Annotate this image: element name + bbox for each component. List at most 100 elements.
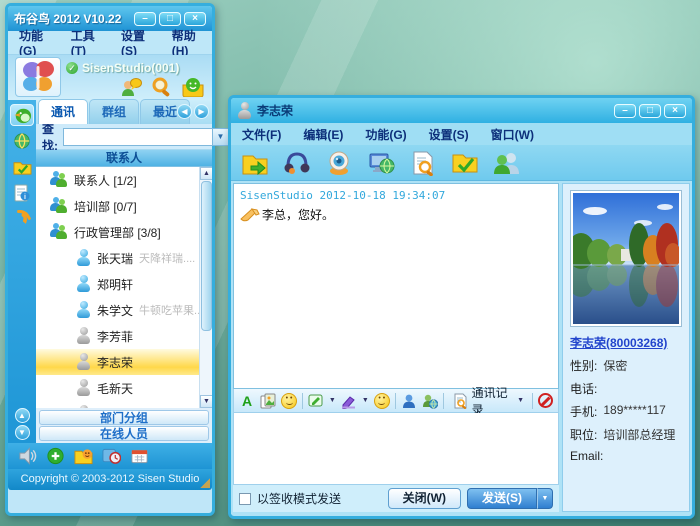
tab-scroll-arrows [177, 104, 209, 119]
remote-desktop-icon[interactable] [367, 150, 395, 176]
phone-icon [13, 210, 31, 228]
contact-row[interactable]: 李芳菲 [36, 323, 199, 349]
main-statusbar: Copyright © 2003-2012 Sisen Studio [8, 469, 212, 490]
group-row[interactable]: 行政管理部 [3/8] [36, 219, 199, 245]
rail-scroll-up-icon[interactable] [15, 408, 30, 423]
contact-row[interactable]: 王勇 技术部经理 [36, 401, 199, 408]
group-row[interactable]: 联系人 [1/2] [36, 167, 199, 193]
highlighter-icon[interactable] [341, 393, 357, 409]
scroll-up-icon[interactable] [200, 167, 212, 180]
add-icon[interactable] [46, 447, 65, 465]
chat-close-button[interactable] [664, 104, 686, 118]
profile-field-gender: 性别: 保密 [570, 357, 682, 374]
search-dropdown-icon[interactable] [212, 129, 228, 145]
contact-row[interactable]: 郑明轩 [36, 271, 199, 297]
chat-maximize-button[interactable] [639, 104, 661, 118]
profile-link[interactable]: 李志荣(80003268) [570, 334, 667, 351]
tab-scroll-left-icon[interactable] [177, 104, 192, 119]
chat-menu-settings[interactable]: 设置(S) [418, 122, 480, 147]
add-friend-icon[interactable] [120, 77, 142, 97]
rail-network-tab[interactable] [10, 130, 34, 152]
tongue-emoticon-icon[interactable] [374, 393, 390, 409]
emoticon-icon[interactable] [281, 393, 297, 409]
records-dropdown-icon [517, 397, 524, 404]
toolbar-separator [443, 393, 444, 409]
image-icon[interactable] [260, 393, 276, 409]
rail-phone-tab[interactable] [10, 208, 34, 230]
field-label: Email: [570, 449, 603, 463]
contact-row[interactable]: 毛新天 [36, 375, 199, 401]
contact-scrollbar[interactable] [199, 167, 212, 408]
history-search-icon[interactable] [409, 150, 437, 176]
timer-icon[interactable] [102, 447, 121, 465]
records-icon [452, 393, 468, 409]
tab-groups[interactable]: 群组 [89, 99, 139, 124]
search-input[interactable] [64, 129, 212, 145]
profile-field-mobile: 手机: 189*****117 [570, 403, 682, 420]
chat-menu-features[interactable]: 功能(G) [354, 122, 417, 147]
folder-check-icon[interactable] [451, 150, 479, 176]
field-label: 手机: [570, 403, 597, 420]
contact-row[interactable]: 朱学文 牛顿吃苹果... [36, 297, 199, 323]
contact-name: 李芳菲 [97, 328, 133, 345]
scrollbar-thumb[interactable] [201, 181, 212, 331]
tab-strip: 通讯 群组 最近 [36, 100, 212, 124]
chat-menu-edit[interactable]: 编辑(E) [292, 122, 354, 147]
pen-dropdown-icon[interactable] [329, 397, 336, 404]
search-combobox [63, 128, 229, 146]
user-info-strip: SisenStudio(001) [8, 55, 212, 100]
group-icon [50, 197, 68, 215]
avatar-offline [76, 379, 91, 397]
speaker-icon[interactable] [18, 447, 37, 465]
chat-menu-window[interactable]: 窗口(W) [480, 122, 545, 147]
contact-row[interactable]: 张天瑞 天降祥瑞.... [36, 245, 199, 271]
message-header: SisenStudio 2012-10-18 19:34:07 [240, 189, 552, 202]
group-row[interactable]: 培训部 [0/7] [36, 193, 199, 219]
message-line: 李总，您好。 [240, 206, 552, 223]
video-chat-icon[interactable] [325, 150, 353, 176]
bottom-toolbar [8, 443, 212, 469]
search-icon[interactable] [151, 77, 173, 97]
contacts-header[interactable]: 联系人 [36, 150, 212, 167]
font-icon[interactable] [239, 393, 255, 409]
chat-menu-file[interactable]: 文件(F) [231, 122, 292, 147]
avatar-online [76, 249, 91, 267]
folder-emoticon-icon[interactable] [74, 447, 93, 465]
contact-name: 王勇 [97, 406, 121, 409]
send-options-dropdown-icon[interactable] [537, 488, 553, 509]
message-history[interactable]: SisenStudio 2012-10-18 19:34:07 李总，您好。 [233, 183, 559, 389]
buddy-icon[interactable] [401, 393, 417, 409]
receipt-mode-checkbox[interactable] [239, 493, 251, 505]
web-buddy-icon[interactable] [422, 393, 438, 409]
rail-contacts-tab[interactable] [10, 104, 34, 126]
resize-grip[interactable] [200, 478, 210, 488]
block-icon[interactable] [538, 393, 553, 408]
send-file-icon[interactable] [241, 150, 269, 176]
message-box-icon[interactable] [182, 77, 204, 97]
chat-window-title: 李志荣 [257, 102, 293, 119]
contacts-icon[interactable] [493, 150, 521, 176]
tab-scroll-right-icon[interactable] [194, 104, 209, 119]
highlighter-dropdown-icon[interactable] [362, 397, 369, 404]
handshake-emoticon-icon [240, 207, 260, 223]
online-users-button[interactable]: 在线人员 [39, 426, 209, 441]
message-input[interactable] [233, 413, 559, 485]
main-body: i 通讯 群组 最近 [8, 100, 212, 443]
user-avatar[interactable] [15, 57, 61, 97]
pen-icon[interactable] [308, 393, 324, 409]
tab-contacts[interactable]: 通讯 [38, 99, 88, 124]
send-button[interactable]: 发送(S) [467, 488, 537, 509]
rail-info-tab[interactable]: i [10, 182, 34, 204]
search-label: 查找: [42, 120, 58, 154]
scroll-down-icon[interactable] [200, 395, 212, 408]
department-groups-button[interactable]: 部门分组 [39, 410, 209, 425]
rail-scroll-down-icon[interactable] [15, 425, 30, 440]
contact-row-selected[interactable]: 李志荣 [36, 349, 199, 375]
profile-photo[interactable] [570, 190, 682, 327]
chat-titlebar[interactable]: 李志荣 [231, 98, 692, 123]
chat-minimize-button[interactable] [614, 104, 636, 118]
close-chat-button[interactable]: 关闭(W) [388, 488, 461, 509]
audio-chat-icon[interactable] [283, 150, 311, 176]
calendar-icon[interactable] [130, 447, 149, 465]
rail-folder-tab[interactable] [10, 156, 34, 178]
